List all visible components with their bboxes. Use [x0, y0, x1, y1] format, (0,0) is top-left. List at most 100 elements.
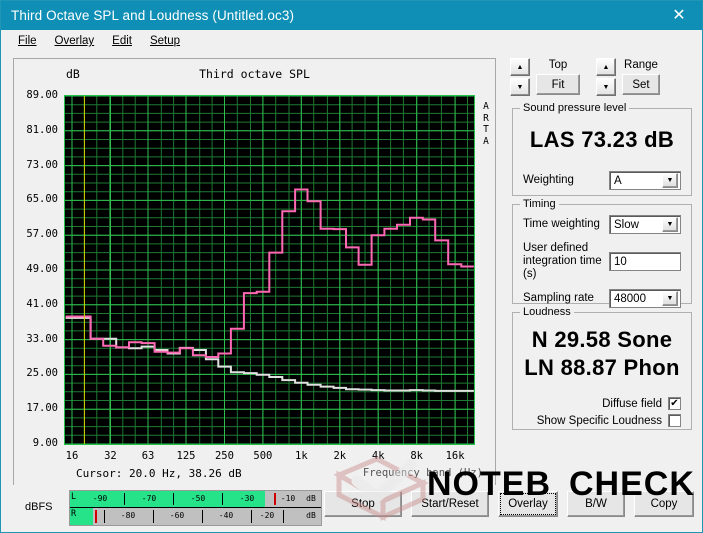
right-scale-label: -20 — [259, 511, 275, 520]
stop-button[interactable]: Stop — [324, 491, 402, 517]
weighting-value: A — [614, 174, 622, 187]
diffuse-field-label: Diffuse field — [602, 397, 662, 410]
y-tick-label: 41.00 — [26, 297, 58, 310]
arta-watermark-label: ARTA — [483, 101, 489, 147]
right-peak-marker — [95, 510, 97, 523]
integration-time-row: User defined integration time (s) 10 — [523, 242, 681, 281]
set-button[interactable]: Set — [622, 74, 660, 95]
right-scale-label: -80 — [120, 511, 136, 520]
menu-item-edit[interactable]: Edit — [103, 33, 141, 49]
x-tick-label: 250 — [214, 450, 234, 462]
right-control-panel: ▲ ▼ Top Fit ▲ ▼ Range Set Sound pressure… — [506, 54, 698, 430]
title-bar: Third Octave SPL and Loudness (Untitled.… — [1, 1, 702, 30]
x-tick-label: 8k — [410, 450, 423, 462]
fit-button[interactable]: Fit — [536, 74, 580, 95]
chevron-down-icon[interactable]: ▼ — [662, 173, 678, 188]
left-tick — [124, 493, 125, 505]
left-tick — [222, 493, 223, 505]
y-tick-label: 17.00 — [26, 402, 58, 415]
integration-time-input[interactable]: 10 — [609, 252, 681, 271]
plot-svg — [65, 96, 474, 444]
body-area: dB Third octave SPL 89.00 81.00 73.00 65.00… — [1, 52, 702, 532]
right-tick — [283, 510, 284, 523]
bottom-toolbar: dBFS L -90 -70 -50 -30 -10 dB R -80 -60 … — [1, 485, 702, 532]
top-spinner-up-icon[interactable]: ▲ — [510, 58, 530, 76]
time-weighting-row: Time weighting Slow ▼ — [523, 215, 681, 234]
close-icon[interactable]: ✕ — [656, 1, 702, 30]
range-spinner-up-icon[interactable]: ▲ — [596, 58, 616, 76]
y-tick-label: 49.00 — [26, 263, 58, 275]
y-tick-label: 9.00 — [32, 437, 58, 449]
plot-area[interactable] — [64, 95, 475, 445]
left-scale-label: -30 — [239, 494, 255, 503]
chart-panel: dB Third octave SPL 89.00 81.00 73.00 65.00… — [13, 58, 496, 486]
chevron-down-icon[interactable]: ▼ — [662, 291, 678, 306]
chart-title: Third octave SPL — [199, 67, 310, 81]
timing-group: Timing Time weighting Slow ▼ User define… — [512, 198, 692, 308]
window-title: Third Octave SPL and Loudness (Untitled.… — [11, 8, 295, 23]
y-tick-label: 89.00 — [26, 89, 58, 101]
menu-item-setup[interactable]: Setup — [141, 33, 189, 49]
loudness-phon-value: LN 88.87 Phon — [524, 355, 680, 380]
y-tick-label: 73.00 — [26, 158, 58, 171]
top-label-and-fit: Top Fit — [536, 59, 580, 95]
weighting-label: Weighting — [523, 174, 574, 186]
scale-controls-row: ▲ ▼ Top Fit ▲ ▼ Range Set — [510, 58, 698, 100]
top-label: Top — [548, 59, 568, 71]
y-tick-label: 81.00 — [26, 123, 58, 136]
x-tick-label: 1k — [295, 450, 308, 462]
time-weighting-select[interactable]: Slow ▼ — [609, 215, 681, 234]
range-spinner-down-icon[interactable]: ▼ — [596, 78, 616, 96]
x-axis-tick-labels: 16 32 63 125 250 500 1k 2k 4k 8k 16k — [64, 450, 475, 466]
y-tick-label: 33.00 — [26, 332, 58, 345]
left-scale-label: -50 — [190, 494, 206, 503]
chevron-down-icon[interactable]: ▼ — [662, 217, 678, 232]
overlay-button[interactable]: Overlay — [498, 491, 558, 517]
left-peak-marker — [274, 493, 276, 505]
left-channel-label: L — [71, 492, 77, 502]
menu-bar: File Overlay Edit Setup — [1, 30, 702, 52]
y-tick-label: 57.00 — [26, 228, 58, 241]
right-tick — [153, 510, 154, 523]
timing-legend: Timing — [520, 198, 559, 210]
sampling-rate-select[interactable]: 48000 ▼ — [609, 289, 681, 308]
level-meters: L -90 -70 -50 -30 -10 dB R -80 -60 -40 -… — [69, 490, 322, 526]
loudness-legend: Loudness — [520, 306, 574, 318]
right-tick — [202, 510, 203, 523]
menu-item-file[interactable]: File — [9, 33, 46, 49]
start-reset-button[interactable]: Start/Reset — [411, 491, 489, 517]
loudness-group: Loudness N 29.58 Sone LN 88.87 Phon Diff… — [512, 306, 692, 430]
x-tick-label: 125 — [176, 450, 196, 462]
left-unit-label: dB — [306, 494, 316, 503]
spl-value: LAS 73.23 dB — [529, 127, 675, 152]
sampling-rate-value: 48000 — [614, 292, 646, 305]
range-label-and-set: Range Set — [622, 59, 660, 95]
x-tick-label: 4k — [371, 450, 385, 462]
right-tick — [251, 510, 252, 523]
specific-loudness-checkbox[interactable] — [668, 414, 681, 427]
specific-loudness-label: Show Specific Loudness — [536, 414, 662, 427]
sound-pressure-level-legend: Sound pressure level — [520, 102, 630, 114]
range-spinner[interactable]: ▲ ▼ — [596, 58, 616, 96]
menu-item-overlay[interactable]: Overlay — [46, 33, 104, 49]
copy-button[interactable]: Copy — [634, 491, 694, 517]
left-scale-label: -10 — [280, 494, 296, 503]
dbfs-label: dBFS — [25, 501, 53, 513]
x-axis-title: Frequency band (Hz) — [362, 467, 483, 479]
sound-pressure-level-group: Sound pressure level LAS 73.23 dB Weight… — [512, 102, 692, 196]
time-weighting-value: Slow — [614, 218, 639, 231]
level-meter-left: L -90 -70 -50 -30 -10 dB — [70, 491, 321, 508]
level-meter-right: R -80 -60 -40 -20 dB — [70, 508, 321, 525]
integration-time-label: User defined integration time (s) — [523, 242, 602, 280]
menu-item-overlay-label: Overlay — [54, 35, 95, 47]
diffuse-field-checkbox[interactable]: ✔ — [668, 397, 681, 410]
top-spinner-down-icon[interactable]: ▼ — [510, 78, 530, 96]
x-tick-label: 32 — [104, 450, 117, 462]
loudness-sone-value: N 29.58 Sone — [531, 327, 673, 352]
action-buttons: Stop Start/Reset Overlay B/W Copy — [324, 491, 694, 517]
bw-button[interactable]: B/W — [567, 491, 625, 517]
cursor-readout: Cursor: 20.0 Hz, 38.26 dB — [76, 467, 242, 480]
top-spinner[interactable]: ▲ ▼ — [510, 58, 530, 96]
right-scale-label: -40 — [218, 511, 234, 520]
weighting-select[interactable]: A ▼ — [609, 171, 681, 190]
